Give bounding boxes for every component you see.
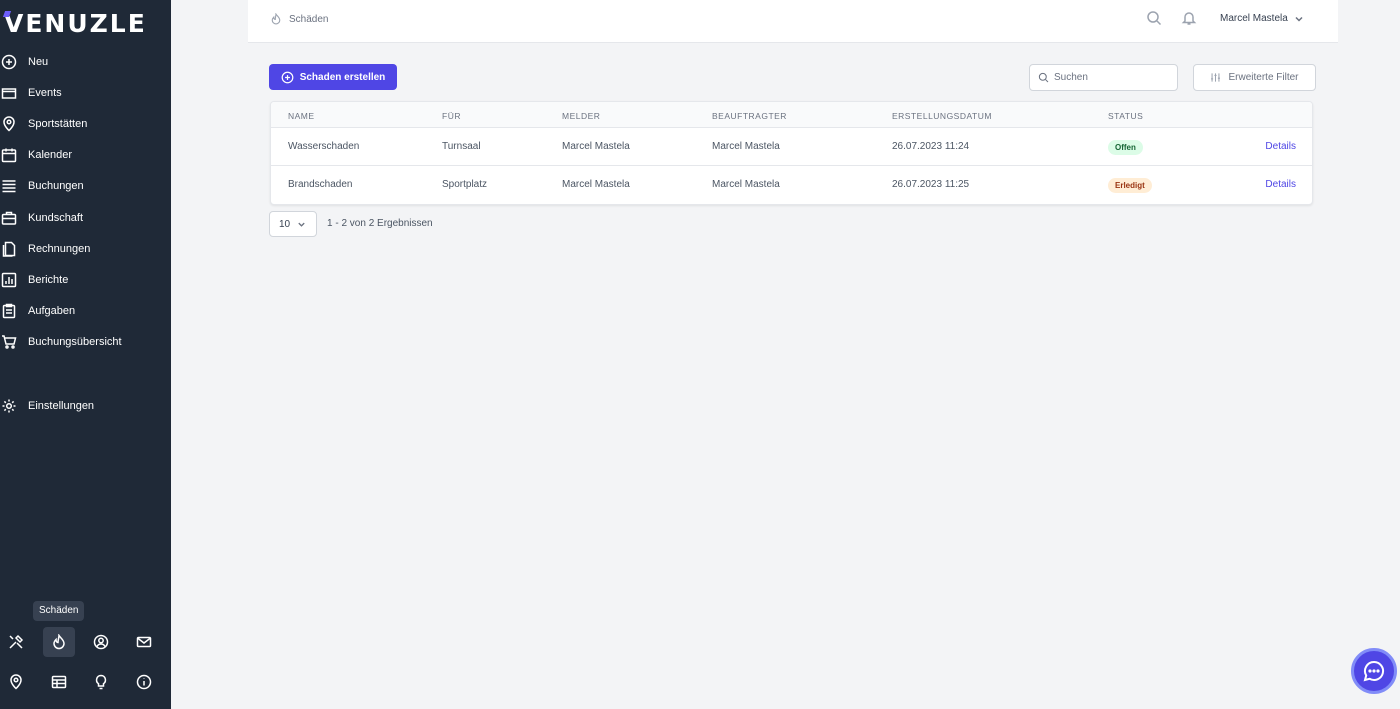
table-row[interactable]: Brandschaden Sportplatz Marcel Mastela M… [271, 166, 1312, 204]
status-badge: Offen [1108, 140, 1143, 155]
sidebar: VENUZLE Neu Events Sportstätten Kalender… [0, 0, 171, 709]
cell-melder: Marcel Mastela [562, 141, 630, 152]
page-size-select[interactable]: 10 [269, 211, 317, 237]
breadcrumb-label[interactable]: Schäden [289, 14, 328, 25]
header-right-gutter [1338, 0, 1400, 43]
column-header-beauftragter[interactable]: Beauftragter [712, 111, 787, 121]
folder-icon [0, 84, 18, 102]
sidebar-item-einstellungen[interactable]: Einstellungen [0, 390, 171, 421]
table-header: Name Für Melder Beauftragter Erstellungs… [271, 102, 1312, 128]
sidebar-item-label: Buchungen [28, 180, 84, 193]
sidebar-item-neu[interactable]: Neu [0, 46, 171, 77]
search-icon [1038, 72, 1049, 83]
sidebar-item-label: Berichte [28, 273, 69, 286]
quick-icons-row-1 [0, 627, 171, 657]
column-header-fuer[interactable]: Für [442, 111, 461, 121]
search-icon[interactable] [1146, 10, 1162, 31]
damages-table: Name Für Melder Beauftragter Erstellungs… [270, 101, 1313, 205]
sidebar-item-kalender[interactable]: Kalender [0, 140, 171, 171]
list-icon [0, 177, 18, 195]
sidebar-nav: Neu Events Sportstätten Kalender Buchung… [0, 46, 171, 358]
user-name: Marcel Mastela [1220, 13, 1288, 24]
sidebar-item-events[interactable]: Events [0, 77, 171, 108]
cell-name: Brandschaden [288, 179, 353, 190]
column-header-name[interactable]: Name [288, 111, 315, 121]
sidebar-item-rechnungen[interactable]: Rechnungen [0, 233, 171, 264]
map-pin-icon[interactable] [0, 667, 32, 697]
search-input[interactable] [1054, 72, 1164, 83]
column-header-melder[interactable]: Melder [562, 111, 600, 121]
sidebar-item-buchungsuebersicht[interactable]: Buchungsübersicht [0, 327, 171, 358]
column-header-status[interactable]: Status [1108, 111, 1143, 121]
tools-icon[interactable] [0, 627, 32, 657]
sidebar-item-label: Kalender [28, 149, 73, 162]
sidebar-item-label: Rechnungen [28, 242, 91, 255]
sidebar-item-aufgaben[interactable]: Aufgaben [0, 296, 171, 327]
advanced-filter-button[interactable]: Erweiterte Filter [1193, 64, 1316, 91]
table-icon[interactable] [43, 667, 75, 697]
user-circle-icon[interactable] [85, 627, 117, 657]
lightbulb-icon[interactable] [85, 667, 117, 697]
bell-icon[interactable] [1181, 10, 1197, 31]
cell-name: Wasserschaden [288, 141, 360, 152]
sidebar-item-kundschaft[interactable]: Kundschaft [0, 202, 171, 233]
table-row[interactable]: Wasserschaden Turnsaal Marcel Mastela Ma… [271, 128, 1312, 166]
damage-icon [271, 13, 281, 25]
map-pin-icon [0, 115, 18, 133]
sidebar-item-label: Neu [28, 55, 49, 68]
create-damage-label: Schaden erstellen [299, 71, 386, 83]
details-link[interactable]: Details [1265, 141, 1296, 152]
sidebar-item-label: Aufgaben [28, 305, 76, 318]
create-damage-button[interactable]: Schaden erstellen [269, 64, 397, 90]
clipboard-icon [0, 302, 18, 320]
sidebar-item-label: Buchungsübersicht [28, 336, 122, 349]
page-size-value: 10 [279, 218, 291, 230]
top-header: Schäden Marcel Mastela [248, 0, 1338, 43]
quick-icons-row-2 [0, 667, 171, 697]
documents-icon [0, 240, 18, 258]
pagination-info: 1 - 2 von 2 Ergebnissen [327, 218, 433, 229]
venuzle-logo[interactable]: VENUZLE [2, 8, 147, 38]
cell-erstellungsdatum: 26.07.2023 11:24 [892, 141, 970, 152]
cell-beauftragter: Marcel Mastela [712, 179, 780, 190]
damage-icon[interactable] [43, 627, 75, 657]
sidebar-item-label: Events [28, 86, 62, 99]
chat-button[interactable] [1351, 648, 1397, 694]
user-menu[interactable]: Marcel Mastela [1220, 13, 1304, 24]
logo-text: VENUZLE [4, 8, 147, 38]
chart-icon [0, 271, 18, 289]
mail-icon[interactable] [128, 627, 160, 657]
sidebar-item-buchungen[interactable]: Buchungen [0, 171, 171, 202]
sidebar-item-label: Einstellungen [28, 399, 95, 412]
plus-circle-icon [281, 71, 294, 83]
cell-beauftragter: Marcel Mastela [712, 141, 780, 152]
chat-bubble-icon [1363, 660, 1385, 682]
sidebar-item-sportstaetten[interactable]: Sportstätten [0, 108, 171, 139]
sidebar-item-label: Kundschaft [28, 211, 84, 224]
status-badge: Erledigt [1108, 178, 1152, 193]
sidebar-item-label: Sportstätten [28, 117, 88, 130]
chevron-down-icon [1295, 16, 1303, 22]
sidebar-item-berichte[interactable]: Berichte [0, 264, 171, 295]
info-icon[interactable] [128, 667, 160, 697]
tooltip-schaeden: Schäden [33, 601, 85, 621]
calendar-icon [0, 146, 18, 164]
chevron-down-icon [298, 222, 305, 227]
cell-melder: Marcel Mastela [562, 179, 630, 190]
cell-fuer: Turnsaal [442, 141, 481, 152]
search-field[interactable] [1029, 64, 1178, 91]
sidebar-settings: Einstellungen [0, 390, 171, 421]
advanced-filter-label: Erweiterte Filter [1228, 72, 1299, 83]
briefcase-icon [0, 209, 18, 227]
details-link[interactable]: Details [1265, 179, 1296, 190]
cell-fuer: Sportplatz [442, 179, 488, 190]
plus-circle-icon [0, 53, 18, 71]
breadcrumb: Schäden [270, 13, 328, 25]
gear-icon [0, 397, 18, 415]
cell-erstellungsdatum: 26.07.2023 11:25 [892, 179, 970, 190]
sliders-icon [1211, 73, 1221, 82]
cart-icon [0, 333, 18, 351]
column-header-erstellungsdatum[interactable]: Erstellungsdatum [892, 111, 992, 121]
